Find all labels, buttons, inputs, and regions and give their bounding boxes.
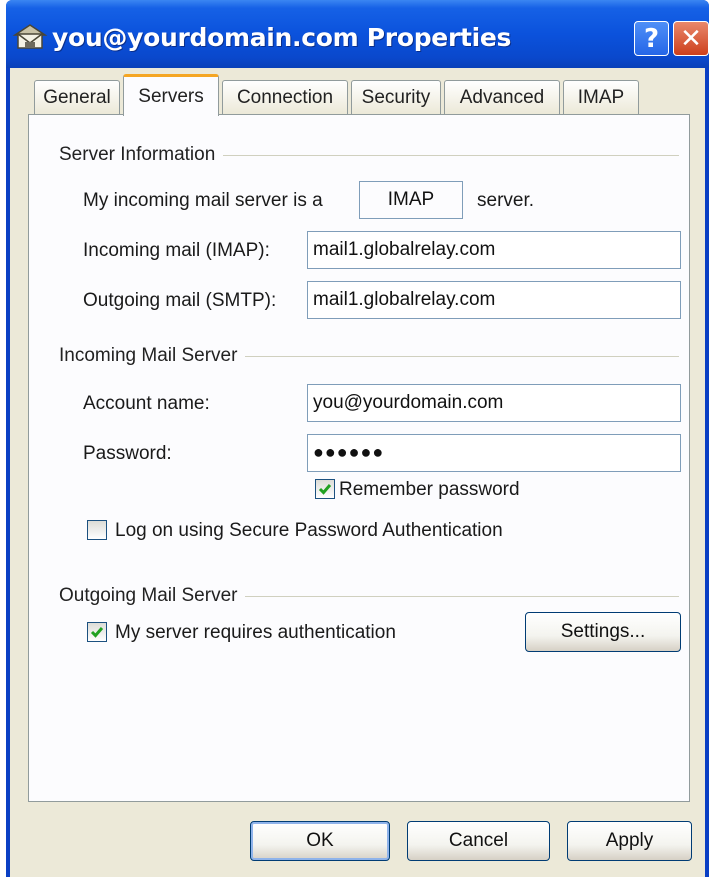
servers-tab-panel: Server Information My incoming mail serv…: [28, 114, 690, 802]
outgoing-server-heading: Outgoing Mail Server: [59, 585, 246, 607]
close-icon: ✕: [680, 23, 702, 54]
spa-checkbox[interactable]: [87, 520, 107, 540]
outgoing-mail-field[interactable]: mail1.globalrelay.com: [307, 281, 681, 319]
auth-required-checkbox[interactable]: [87, 622, 107, 642]
title-bar[interactable]: you@yourdomain.com Properties ? ✕: [6, 0, 709, 68]
help-button[interactable]: ?: [634, 21, 669, 56]
server-type-suffix: server.: [477, 190, 535, 211]
server-type-prefix: My incoming mail server is a: [83, 190, 323, 211]
incoming-server-heading: Incoming Mail Server: [59, 345, 246, 367]
remember-password-label[interactable]: Remember password: [339, 479, 520, 501]
tab-security[interactable]: Security: [351, 80, 441, 114]
checkmark-icon: [90, 627, 104, 638]
checkmark-icon: [318, 484, 332, 495]
dialog-client-area: General Servers Connection Security Adva…: [10, 68, 705, 877]
mail-account-icon: [12, 24, 48, 49]
tab-advanced[interactable]: Advanced: [444, 80, 560, 114]
auth-required-label[interactable]: My server requires authentication: [115, 622, 396, 644]
settings-button[interactable]: Settings...: [525, 612, 681, 652]
tab-imap[interactable]: IMAP: [563, 80, 639, 114]
password-label: Password:: [83, 443, 172, 464]
close-button[interactable]: ✕: [673, 21, 709, 56]
account-name-label: Account name:: [83, 393, 210, 414]
apply-button[interactable]: Apply: [567, 821, 692, 861]
tab-connection[interactable]: Connection: [222, 80, 348, 114]
cancel-button[interactable]: Cancel: [407, 821, 550, 861]
tab-general[interactable]: General: [34, 80, 120, 114]
incoming-mail-field[interactable]: mail1.globalrelay.com: [307, 231, 681, 269]
account-name-field[interactable]: you@yourdomain.com: [307, 384, 681, 422]
window-title: you@yourdomain.com Properties: [52, 23, 512, 52]
spa-label[interactable]: Log on using Secure Password Authenticat…: [115, 520, 503, 542]
incoming-mail-label: Incoming mail (IMAP):: [83, 240, 270, 261]
server-type-field: IMAP: [359, 181, 463, 219]
properties-dialog: you@yourdomain.com Properties ? ✕ Genera…: [6, 0, 709, 877]
help-icon: ?: [643, 23, 660, 54]
outgoing-mail-label: Outgoing mail (SMTP):: [83, 290, 277, 311]
remember-password-checkbox[interactable]: [315, 479, 335, 499]
ok-button[interactable]: OK: [250, 821, 390, 861]
password-field[interactable]: ●●●●●●: [307, 434, 681, 472]
server-info-heading: Server Information: [59, 144, 224, 166]
tab-servers[interactable]: Servers: [123, 74, 219, 116]
